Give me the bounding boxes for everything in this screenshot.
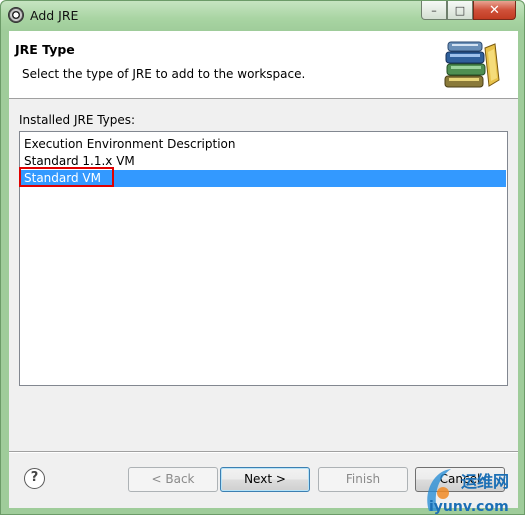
footer-separator	[9, 451, 518, 453]
jre-types-list[interactable]: Execution Environment Description Standa…	[19, 131, 508, 386]
red-highlight-box	[19, 167, 114, 187]
close-button[interactable]: ✕	[473, 1, 516, 20]
minimize-button[interactable]: –	[421, 1, 447, 20]
wizard-header: JRE Type Select the type of JRE to add t…	[9, 31, 518, 99]
help-icon[interactable]: ?	[24, 468, 45, 489]
page-description: Select the type of JRE to add to the wor…	[22, 67, 306, 81]
watermark-cn-text: 运维网	[461, 472, 509, 491]
eclipse-app-icon	[8, 7, 24, 23]
window-controls: – □ ✕	[421, 1, 516, 21]
finish-button[interactable]: Finish	[318, 467, 408, 492]
watermark-text: iyunv.com	[429, 499, 509, 515]
maximize-button[interactable]: □	[447, 1, 473, 20]
jre-library-books-icon	[444, 41, 500, 88]
back-button[interactable]: < Back	[128, 467, 218, 492]
watermark-logo: 运维网 iyunv.com	[427, 469, 509, 515]
window-title: Add JRE	[30, 8, 79, 23]
dialog-body: JRE Type Select the type of JRE to add t…	[9, 31, 518, 508]
list-item[interactable]: Execution Environment Description	[21, 136, 506, 153]
list-item-selected[interactable]: Standard VM	[19, 167, 506, 187]
title-bar[interactable]: Add JRE – □ ✕	[1, 1, 524, 31]
dialog-window: Add JRE – □ ✕ JRE Type Select the type o…	[0, 0, 525, 515]
next-button[interactable]: Next >	[220, 467, 310, 492]
installed-jre-types-label: Installed JRE Types:	[19, 113, 136, 127]
page-title: JRE Type	[15, 42, 75, 57]
